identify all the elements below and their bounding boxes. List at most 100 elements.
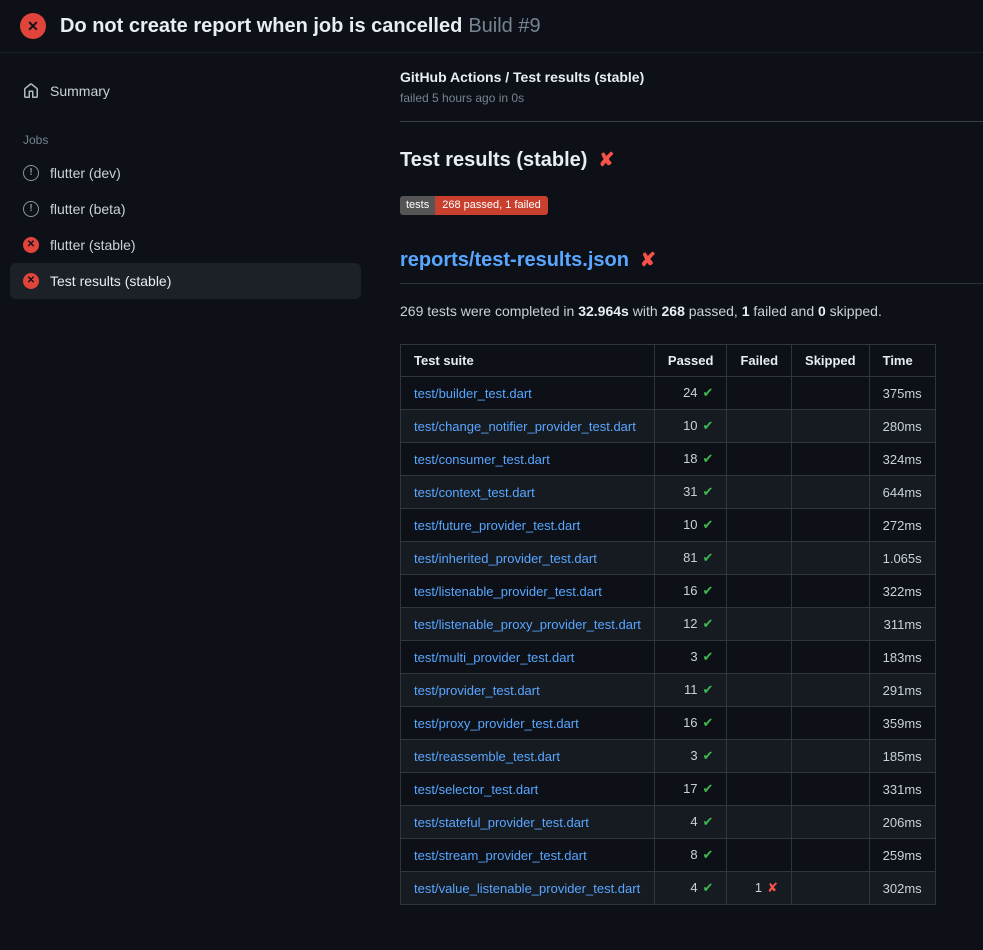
time-cell: 359ms: [869, 707, 935, 740]
failed-status-icon: ✕: [23, 237, 39, 253]
failed-status-icon: ✕: [23, 273, 39, 289]
check-icon: ✔: [703, 517, 714, 532]
time-cell: 644ms: [869, 476, 935, 509]
test-suite-link[interactable]: test/change_notifier_provider_test.dart: [414, 419, 636, 434]
check-section-title: Test results (stable) ✘: [400, 149, 983, 172]
count-value: 24: [683, 385, 697, 400]
summary-text: passed,: [685, 303, 742, 319]
sidebar-item-flutter-beta[interactable]: !flutter (beta): [10, 191, 361, 227]
table-row: test/change_notifier_provider_test.dart 1…: [401, 410, 936, 443]
summary-text: failed and: [750, 303, 819, 319]
test-suite-link[interactable]: test/provider_test.dart: [414, 683, 540, 698]
failed-cell: [727, 839, 792, 872]
time-cell: 324ms: [869, 443, 935, 476]
summary-skipped-count: 0: [818, 303, 826, 319]
check-icon: ✔: [703, 682, 714, 697]
sidebar-jobs: !flutter (dev)!flutter (beta)✕flutter (s…: [10, 155, 361, 299]
test-suite-link[interactable]: test/future_provider_test.dart: [414, 518, 580, 533]
skipped-cell: [792, 509, 870, 542]
check-icon: ✔: [703, 880, 714, 895]
page-title: Do not create report when job is cancell…: [60, 15, 541, 38]
breadcrumb: GitHub Actions / Test results (stable): [400, 69, 983, 85]
summary-text: 269 tests were completed in: [400, 303, 578, 319]
passed-cell: 8✔: [654, 839, 727, 872]
time-cell: 375ms: [869, 377, 935, 410]
skipped-cell: [792, 674, 870, 707]
count-value: 31: [683, 484, 697, 499]
time-cell: 272ms: [869, 509, 935, 542]
test-suite-link[interactable]: test/proxy_provider_test.dart: [414, 716, 579, 731]
check-icon: ✔: [703, 616, 714, 631]
table-row: test/selector_test.dart17✔331ms: [401, 773, 936, 806]
count-value: 10: [683, 517, 697, 532]
skipped-cell: [792, 443, 870, 476]
test-suite-link[interactable]: test/listenable_provider_test.dart: [414, 584, 602, 599]
check-icon: ✔: [703, 385, 714, 400]
passed-cell: 24 ✔: [654, 377, 727, 410]
sidebar-item-test-results-stable[interactable]: ✕Test results (stable): [10, 263, 361, 299]
table-row: test/context_test.dart 31 ✔ 644ms: [401, 476, 936, 509]
count-value: 1: [755, 880, 762, 895]
count-value: 11: [684, 682, 698, 697]
badge-value: 268 passed, 1 failed: [435, 196, 547, 215]
time-cell: 311ms: [869, 608, 935, 641]
table-row: test/builder_test.dart 24 ✔ 375ms: [401, 377, 936, 410]
test-suite-cell: test/change_notifier_provider_test.dart: [401, 410, 655, 443]
check-icon: ✔: [703, 814, 714, 829]
sidebar-item-label: flutter (beta): [50, 201, 125, 217]
tests-badge: tests 268 passed, 1 failed: [400, 196, 548, 215]
run-meta: failed 5 hours ago in 0s: [400, 91, 983, 105]
passed-cell: 16✔: [654, 575, 727, 608]
skipped-cell: [792, 641, 870, 674]
count-value: 8: [690, 847, 697, 862]
passed-cell: 18✔: [654, 443, 727, 476]
passed-cell: 4✔: [654, 872, 727, 905]
test-suite-link[interactable]: test/multi_provider_test.dart: [414, 650, 574, 665]
test-suite-cell: test/provider_test.dart: [401, 674, 655, 707]
sidebar-item-summary[interactable]: Summary: [10, 73, 361, 109]
sidebar-item-flutter-stable[interactable]: ✕flutter (stable): [10, 227, 361, 263]
test-suite-link[interactable]: test/builder_test.dart: [414, 386, 532, 401]
test-suite-link[interactable]: test/stateful_provider_test.dart: [414, 815, 589, 830]
table-row: test/proxy_provider_test.dart16✔359ms: [401, 707, 936, 740]
skipped-cell: [792, 575, 870, 608]
table-row: test/future_provider_test.dart 10 ✔ 272ms: [401, 509, 936, 542]
test-suite-link[interactable]: test/inherited_provider_test.dart: [414, 551, 597, 566]
run-title: Do not create report when job is cancell…: [60, 15, 462, 37]
failed-cell: [727, 509, 792, 542]
passed-cell: 3✔: [654, 641, 727, 674]
count-value: 3: [690, 649, 697, 664]
failed-cell: [727, 674, 792, 707]
table-row: test/provider_test.dart11✔291ms: [401, 674, 936, 707]
home-icon: [23, 83, 39, 99]
count-value: 10: [683, 418, 697, 433]
skipped-cell: [792, 476, 870, 509]
failed-cell: [727, 773, 792, 806]
test-suite-link[interactable]: test/listenable_proxy_provider_test.dart: [414, 617, 641, 632]
report-title: reports/test-results.json ✘: [400, 249, 983, 284]
failed-cell: [727, 641, 792, 674]
test-suite-link[interactable]: test/stream_provider_test.dart: [414, 848, 587, 863]
check-icon: ✔: [703, 583, 714, 598]
results-table-body: test/builder_test.dart24✔375mstest/chang…: [401, 377, 936, 905]
test-suite-link[interactable]: test/reassemble_test.dart: [414, 749, 560, 764]
test-suite-cell: test/reassemble_test.dart: [401, 740, 655, 773]
test-suite-link[interactable]: test/value_listenable_provider_test.dart: [414, 881, 640, 896]
check-icon: ✔: [703, 484, 714, 499]
test-suite-cell: test/listenable_proxy_provider_test.dart: [401, 608, 655, 641]
failed-cell: [727, 575, 792, 608]
time-cell: 331ms: [869, 773, 935, 806]
count-value: 4: [690, 880, 697, 895]
build-number: Build #9: [468, 15, 540, 37]
test-suite-link[interactable]: test/selector_test.dart: [414, 782, 538, 797]
passed-cell: 11 ✔: [654, 674, 727, 707]
test-suite-link[interactable]: test/context_test.dart: [414, 485, 535, 500]
sidebar-item-flutter-dev[interactable]: !flutter (dev): [10, 155, 361, 191]
passed-cell: 4✔: [654, 806, 727, 839]
table-row: test/listenable_proxy_provider_test.dart…: [401, 608, 936, 641]
test-suite-link[interactable]: test/consumer_test.dart: [414, 452, 550, 467]
report-file-link[interactable]: reports/test-results.json: [400, 249, 629, 272]
test-suite-cell: test/context_test.dart: [401, 476, 655, 509]
test-suite-cell: test/inherited_provider_test.dart: [401, 542, 655, 575]
failed-cell: [727, 377, 792, 410]
